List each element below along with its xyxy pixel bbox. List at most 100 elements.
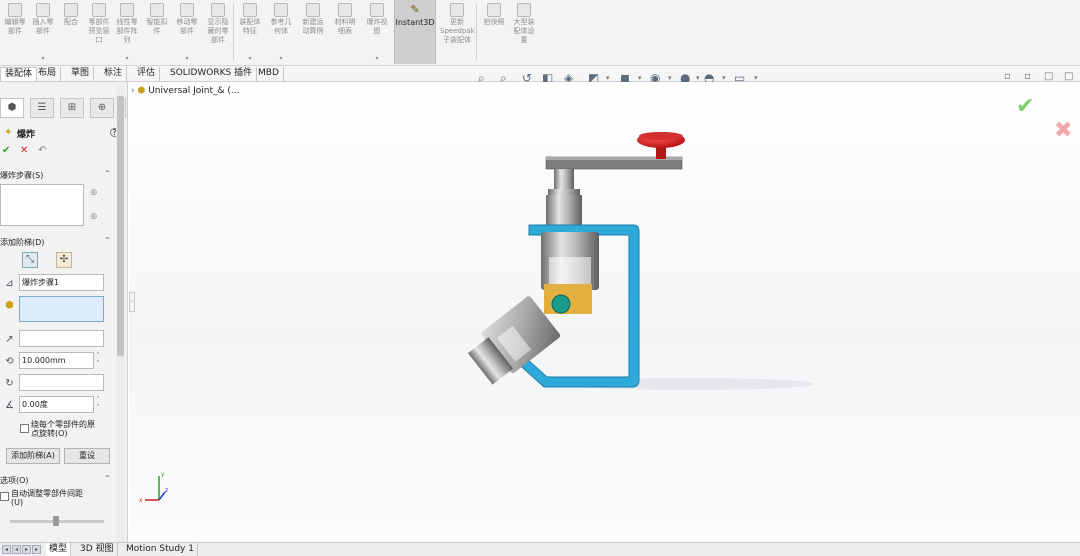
cancel-button[interactable]: ✕ [20,146,28,156]
configuration-manager-tab-icon[interactable]: ⊞ [60,98,84,118]
mate-button[interactable]: 配合 [56,0,86,64]
feature-manager-tab-icon[interactable]: ⬢ [0,98,24,118]
slider-knob[interactable] [53,516,59,526]
angle-input[interactable]: 0.00度 [19,396,94,413]
show-hidden-icon [211,3,225,17]
prev-tab-icon[interactable]: ◂ [12,545,21,554]
exploded-view-icon [370,3,384,17]
speedpak-button[interactable]: 更新 Speedpak 子装配体 [440,0,475,64]
undo-button[interactable]: ↶ [38,146,46,156]
direction-icon: ↗ [5,334,14,345]
radial-step-icon[interactable]: ✣ [56,252,72,268]
component-preview-button[interactable]: 零部件 预览窗 口 [84,0,114,64]
components-icon: ⬢ [5,300,14,311]
collapse-icon[interactable]: ⌃ [104,474,111,483]
restore-icon[interactable]: ▫ [1024,72,1034,82]
dimxpert-tab-icon[interactable]: ⊕ [90,98,114,118]
regular-step-icon[interactable]: ⤡ [22,252,38,268]
chevron-down-icon[interactable]: ▾ [362,55,392,62]
tab-layout[interactable]: 布局 [34,67,62,81]
tab-sketch[interactable]: 草图 [67,67,95,81]
close-icon[interactable]: □ [1064,72,1074,82]
distance-input[interactable]: 10.000mm [19,352,94,369]
tab-annotation[interactable]: 标注 [100,67,128,81]
motion-study-icon [306,3,320,17]
property-manager-tab-icon[interactable]: ☰ [30,98,54,118]
chevron-down-icon[interactable]: ▾ [235,55,265,62]
tab-evaluate[interactable]: 评估 [133,67,161,81]
chevron-down-icon[interactable]: ▾ [28,55,58,62]
collapse-icon[interactable]: ⌃ [104,236,111,245]
triad-z-label: z [165,487,168,494]
move-step-down-icon[interactable]: ⊕ [90,212,98,222]
pivot-pin [551,294,571,314]
universal-joint-model[interactable]: y x z [129,82,1080,542]
instant3d-button[interactable]: ✎ Instant3D [394,0,436,64]
motion-study-button[interactable]: 新建运 动算例 [298,0,328,64]
insert-component-button[interactable]: 插入零 部件 ▾ [28,0,58,64]
edit-component-button[interactable]: 编辑零 部件 [0,0,30,64]
components-selection-box[interactable] [19,296,104,322]
last-tab-icon[interactable]: ▸ [32,545,41,554]
scrollbar-thumb[interactable] [117,96,124,356]
move-step-up-icon[interactable]: ⊕ [90,188,98,198]
first-tab-icon[interactable]: ◂ [2,545,11,554]
exploded-view-button[interactable]: 爆炸视 图 ▾ [362,0,392,64]
property-manager-panel: ⬢ ☰ ⊞ ⊕ › ✦ 爆炸 ? ✔ ✕ ↶ 爆炸步骤(S) ⌃ ⊕ ⊕ 添加阶… [0,82,128,542]
rotation-axis-icon: ↻ [5,378,14,389]
show-hidden-button[interactable]: 显示隐 藏的零 部件 [203,0,233,64]
spacing-slider[interactable] [10,516,104,526]
speedpak-icon [450,3,464,17]
chevron-down-icon[interactable]: ▾ [112,55,142,62]
tab-mbd[interactable]: MBD [254,67,284,81]
add-step-header: 添加阶梯(D) [0,238,45,247]
tab-solidworks-addins[interactable]: SOLIDWORKS 插件 [166,67,258,81]
auto-space-checkbox[interactable] [0,492,9,501]
tab-3d-views[interactable]: 3D 视图 [77,543,118,556]
rotate-about-origin-checkbox[interactable] [20,424,29,433]
coordinate-triad: y x z [139,471,168,504]
large-assembly-button[interactable]: 大型装 配体设 置 [509,0,539,64]
angle-icon: ∡ [5,400,14,411]
chevron-down-icon[interactable]: ▾ [266,55,296,62]
assembly-feature-icon [243,3,257,17]
distance-stepper[interactable]: ˄ ˅ [94,352,102,369]
next-tab-icon[interactable]: ▸ [22,545,31,554]
ok-button[interactable]: ✔ [2,146,10,156]
bom-button[interactable]: 材料明 细表 [330,0,360,64]
reference-geometry-button[interactable]: 参考几 何体 ▾ [266,0,296,64]
graphics-area[interactable]: › ⬢ Universal Joint_& (... › ✔ ✖ y x z [129,82,1080,542]
ribbon-separator [476,4,477,60]
angle-stepper[interactable]: ˄ ˅ [94,396,102,413]
maximize-icon[interactable]: □ [1044,72,1054,82]
linear-pattern-icon [120,3,134,17]
command-manager-ribbon: 编辑零 部件 插入零 部件 ▾ 配合 零部件 预览窗 口 线性零 部件阵 列 ▾… [0,0,1080,66]
triad-x-label: x [139,497,143,504]
auto-space-label: 自动调整零部件间距 (U) [11,489,83,507]
explode-icon: ✦ [4,127,13,138]
tab-model[interactable]: 模型 [46,543,72,556]
add-step-button[interactable]: 添加阶梯(A) [6,448,60,464]
snapshot-button[interactable]: 拍快照 [479,0,509,64]
tab-motion-study[interactable]: Motion Study 1 [123,543,198,556]
panel-scrollbar[interactable] [116,86,125,542]
solidworks-window: 编辑零 部件 插入零 部件 ▾ 配合 零部件 预览窗 口 线性零 部件阵 列 ▾… [0,0,1080,556]
smart-fastener-button[interactable]: 智能扣 件 [142,0,172,64]
collapse-icon[interactable]: ⌃ [104,169,111,178]
step-name-field[interactable]: 爆炸步骤1 [19,274,104,291]
chevron-down-icon[interactable]: ▾ [172,55,202,62]
explode-steps-list[interactable] [0,184,84,226]
direction-field[interactable] [19,330,104,347]
linear-pattern-button[interactable]: 线性零 部件阵 列 ▾ [112,0,142,64]
tab-assembly[interactable]: 装配体 [0,67,38,81]
large-assembly-icon [517,3,531,17]
edit-component-icon [8,3,22,17]
move-component-button[interactable]: 移动零 部件 ▾ [172,0,202,64]
panel-title: 爆炸 [17,130,36,140]
minimize-icon[interactable]: ▫ [1004,72,1014,82]
rotate-about-origin-label: 绕每个零部件的原 点旋转(O) [31,420,95,438]
assembly-feature-button[interactable]: 装配体 特征 ▾ [235,0,265,64]
reset-button[interactable]: 重设 [64,448,110,464]
mate-icon [64,3,78,17]
rotation-axis-field[interactable] [19,374,104,391]
